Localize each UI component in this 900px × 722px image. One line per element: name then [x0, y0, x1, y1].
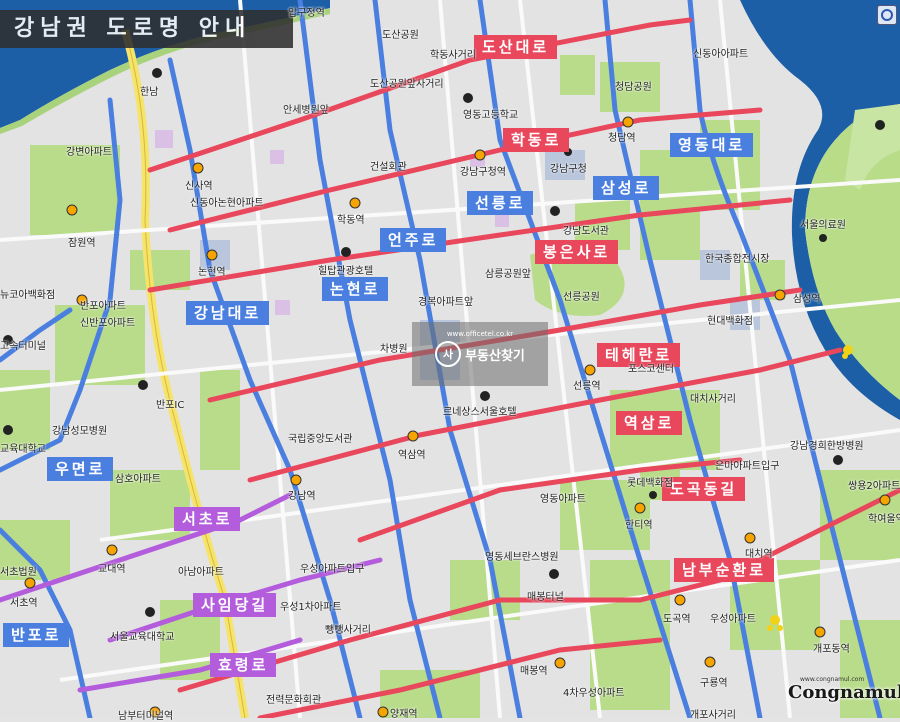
label-banporo[interactable]: 반포로	[3, 623, 70, 647]
place-label: 서초역	[10, 598, 38, 609]
brand-logo: Congnamul	[788, 682, 900, 703]
place-label: 아남아파트	[178, 567, 224, 578]
place-label: 은마아파트입구	[715, 461, 780, 472]
place-label: 신사역	[185, 181, 213, 192]
place-label: 학여울역	[868, 514, 900, 525]
place-label: 삼호아파트	[115, 474, 161, 485]
place-label: 대치역	[745, 549, 773, 560]
place-label: 신동아논현아파트	[190, 198, 264, 209]
place-label: 우성아파트입구	[300, 564, 365, 575]
place-label: 압구정역	[288, 8, 325, 19]
place-label: 고속터미널	[0, 341, 46, 352]
place-label: 강변아파트	[66, 147, 112, 158]
label-nambusunhwanro[interactable]: 남부순환로	[674, 558, 775, 582]
place-label: 롯데백화점	[627, 478, 673, 489]
place-label: 남부터미널역	[118, 711, 174, 722]
place-label: 4차우성아파트	[563, 688, 625, 699]
place-label: 강남경희한방병원	[790, 441, 864, 452]
place-label: 교대역	[98, 564, 126, 575]
place-label: 서울의료원	[800, 220, 846, 231]
place-label: 뉴코아백화점	[0, 290, 56, 301]
place-label: 강남역	[288, 491, 316, 502]
place-label: 청담역	[608, 133, 636, 144]
label-yeoksamro[interactable]: 역삼로	[616, 411, 683, 435]
watermark: www.officetel.co.kr 사 부동산찾기	[412, 322, 548, 386]
place-label: 교육대학교	[0, 444, 46, 455]
place-label: 영동아파트	[540, 494, 586, 505]
place-label: 경복아파트앞	[418, 297, 474, 308]
place-label: 대치사거리	[690, 394, 736, 405]
place-label: 강남성모병원	[52, 426, 108, 437]
label-hyoryeongro[interactable]: 효령로	[210, 653, 277, 677]
place-label: 안세병원앞	[283, 105, 329, 116]
label-nonhyeonro[interactable]: 논현로	[322, 277, 389, 301]
place-label: 매봉터널	[527, 592, 564, 603]
place-label: 우성아파트	[710, 614, 756, 625]
place-label: 선릉공원	[563, 292, 600, 303]
place-label: 한티역	[625, 520, 653, 531]
place-label: 우성1차아파트	[280, 602, 342, 613]
place-label: 뺑뺑사거리	[325, 625, 371, 636]
place-label: 르네상스서울호텔	[443, 407, 517, 418]
label-samseongro[interactable]: 삼성로	[593, 176, 660, 200]
place-label: 강남도서관	[563, 226, 609, 237]
watermark-text: 부동산찾기	[465, 348, 525, 364]
place-label: 한남	[140, 87, 159, 98]
label-uyeonro[interactable]: 우면로	[47, 457, 114, 481]
watermark-logo-icon: 사	[435, 341, 462, 367]
place-label: 도곡역	[663, 614, 691, 625]
place-label: 삼성역	[793, 294, 821, 305]
place-label: 개포동역	[813, 644, 850, 655]
place-label: 역삼역	[398, 450, 426, 461]
label-hakdongro[interactable]: 학동로	[503, 128, 570, 152]
place-label: 신반포아파트	[80, 318, 136, 329]
place-label: 매봉역	[520, 666, 548, 677]
place-label: 건설회관	[370, 162, 407, 173]
place-label: 쌍용2아파트	[848, 481, 900, 492]
place-label: 구룡역	[700, 678, 728, 689]
place-label: 반포IC	[156, 400, 185, 411]
place-label: 학동역	[337, 215, 365, 226]
place-label: 개포사거리	[690, 710, 736, 721]
place-label: 도산공원앞사거리	[370, 79, 444, 90]
place-label: 국립중앙도서관	[288, 434, 353, 445]
place-label: 신동아아파트	[693, 49, 749, 60]
place-label: 청담공원	[615, 82, 652, 93]
place-label: 반포아파트	[80, 301, 126, 312]
place-label: 전력문화회관	[266, 695, 322, 706]
place-label: 영동세브란스병원	[485, 552, 559, 563]
label-gangnamdaero[interactable]: 강남대로	[186, 301, 270, 325]
place-label: 힐탑관광호텔	[318, 266, 374, 277]
place-label: 서울교육대학교	[110, 632, 175, 643]
place-label: 차병원	[380, 344, 408, 355]
magnifier-icon[interactable]	[877, 5, 897, 25]
map-title: 강남권 도로명 안내	[0, 10, 293, 48]
label-eonjuro[interactable]: 언주로	[380, 228, 447, 252]
place-label: 영동고등학교	[463, 110, 519, 121]
label-dogokdonggil[interactable]: 도곡동길	[662, 477, 746, 501]
place-label: 현대백화점	[707, 316, 753, 327]
label-bongeunsaro[interactable]: 봉은사로	[535, 240, 619, 264]
watermark-url: www.officetel.co.kr	[446, 330, 514, 338]
label-seolleungro[interactable]: 선릉로	[467, 191, 534, 215]
label-seochoro[interactable]: 서초로	[174, 507, 241, 531]
place-label: 삼릉공원앞	[485, 269, 531, 280]
place-label: 도산공원	[382, 30, 419, 41]
place-label: 강남구청	[550, 164, 587, 175]
place-label: 논현역	[198, 267, 226, 278]
label-yeongdongdaero[interactable]: 영동대로	[670, 133, 754, 157]
place-label: 잠원역	[68, 238, 96, 249]
place-label: 한국종합전시장	[705, 254, 770, 265]
place-label: 선릉역	[573, 381, 601, 392]
place-label: 포스코센터	[628, 364, 674, 375]
label-dosandaero[interactable]: 도산대로	[474, 35, 558, 59]
place-label: 서초법원	[0, 567, 37, 578]
place-label: 강남구청역	[460, 167, 506, 178]
place-label: 학동사거리	[430, 50, 476, 61]
label-saimdanggil[interactable]: 사임당길	[193, 593, 277, 617]
